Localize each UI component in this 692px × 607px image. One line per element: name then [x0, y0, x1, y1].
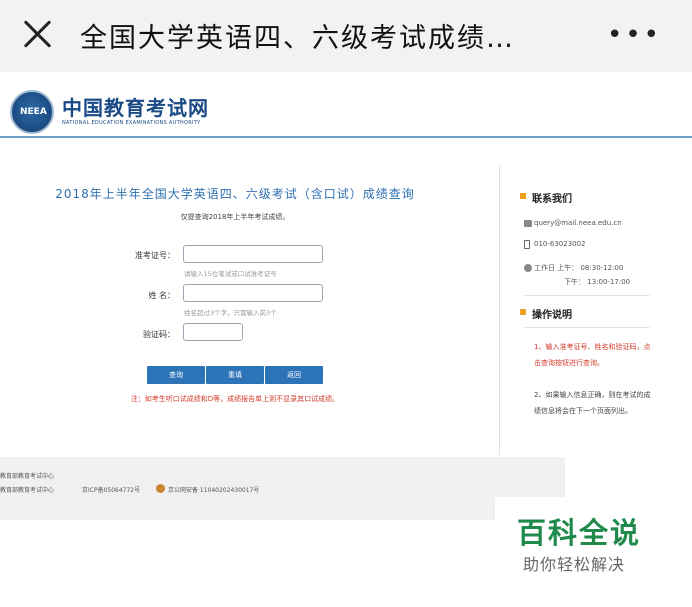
query-form: 2018年上半年全国大学英语四、六级考试（含口试）成绩查询 仅提查询2018年上…: [0, 144, 500, 449]
phone-icon: [524, 240, 530, 249]
query-button[interactable]: 查询: [147, 366, 205, 384]
site-name-en: NATIONAL EDUCATION EXAMINATIONS AUTHORIT…: [62, 120, 201, 126]
contact-phone: 010-63023002: [534, 240, 586, 248]
name-hint: 姓名超过3个字，只需输入前3个: [184, 309, 277, 317]
page-title: 全国大学英语四、六级考试成绩…: [80, 23, 515, 54]
reset-button[interactable]: 重填: [206, 366, 264, 384]
guide-step-2: 2、如果输入信息正确，则在考试的成绩信息将会在下一个页面列出。: [534, 391, 651, 415]
name-input[interactable]: [183, 284, 323, 302]
captcha-input[interactable]: [183, 323, 243, 341]
more-menu-icon[interactable]: •••: [607, 22, 662, 48]
close-icon[interactable]: [22, 18, 52, 48]
footer-line-1: 教育部教育考试中心: [0, 473, 55, 480]
browser-topbar: 全国大学英语四、六级考试成绩… •••: [0, 0, 692, 72]
footer-police[interactable]: 京公网安备 11040202430017号: [168, 485, 259, 494]
guide-heading: 操作说明: [520, 306, 572, 321]
captcha-label: 验证码：: [143, 330, 175, 339]
hours-label: 工作日 上午： 08:30-12:00: [534, 264, 624, 272]
clock-icon: [524, 264, 532, 272]
contact-email[interactable]: query@mail.neea.edu.cn: [534, 219, 622, 227]
ticket-number-input[interactable]: [183, 245, 323, 263]
webpage-photo: NEEA 中国教育考试网 NATIONAL EDUCATION EXAMINAT…: [0, 72, 692, 607]
contact-heading: 联系我们: [520, 190, 572, 205]
ticket-hint: 请输入15位笔试或口试准考证号: [184, 270, 277, 278]
watermark-sub: 助你轻松解决: [523, 555, 626, 574]
watermark: 百科全说 助你轻松解决: [495, 497, 655, 607]
hours-pm: 下午： 13:00-17:00: [564, 278, 631, 286]
query-title: 2018年上半年全国大学英语四、六级考试（含口试）成绩查询: [55, 187, 415, 201]
query-subtitle: 仅提查询2018年上半年考试成绩。: [180, 213, 290, 221]
site-name: 中国教育考试网: [62, 96, 209, 120]
site-header: NEEA 中国教育考试网 NATIONAL EDUCATION EXAMINAT…: [0, 80, 692, 138]
guide-step-1: 1、输入准考证号、姓名和验证码，点击查询按钮进行查询。: [534, 343, 651, 367]
neea-logo-icon: NEEA: [10, 90, 54, 134]
back-button[interactable]: 返回: [265, 366, 323, 384]
footer-line-2: 教育部教育考试中心: [0, 487, 55, 494]
watermark-main: 百科全说: [517, 516, 642, 550]
ticket-label: 准考证号：: [135, 251, 175, 260]
site-footer: 教育部教育考试中心 教育部教育考试中心 京ICP备05064772号 京公网安备…: [0, 457, 565, 520]
name-label: 姓 名：: [148, 291, 175, 300]
sidebar-divider: [524, 327, 650, 328]
email-icon: [524, 220, 532, 227]
column-divider: [499, 165, 500, 455]
sidebar-divider: [524, 295, 650, 296]
police-badge-icon: [156, 484, 165, 493]
footer-icp[interactable]: 京ICP备05064772号: [82, 485, 140, 494]
query-note: 注：如考生听口试成绩和D等，成绩报告单上则不显录其口试成绩。: [130, 395, 340, 403]
